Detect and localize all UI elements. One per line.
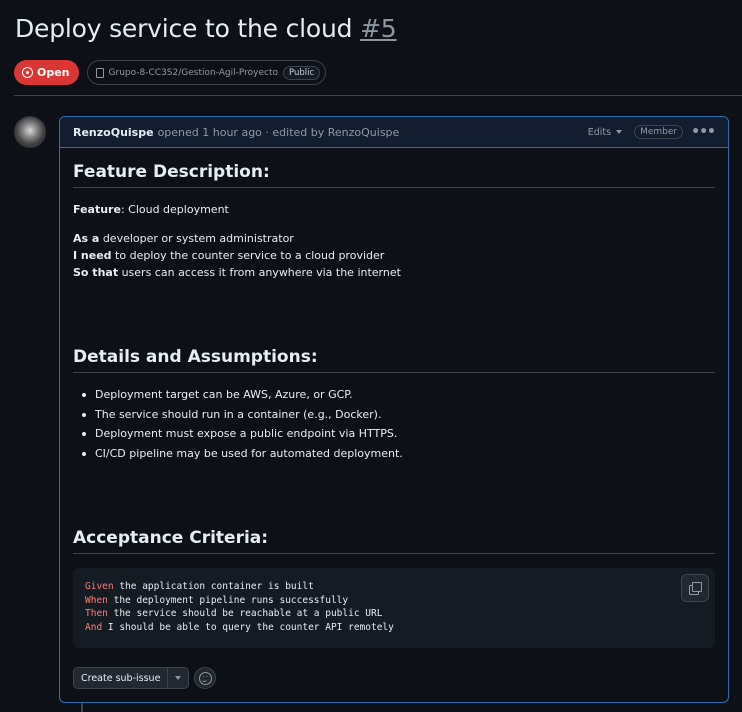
user-story-paragraph: As a developer or system administrator I… <box>73 230 401 281</box>
feature-paragraph: Feature: Cloud deployment <box>73 201 229 218</box>
issue-state-label: Open <box>37 66 70 79</box>
kebab-horizontal-icon[interactable]: ••• <box>691 125 716 139</box>
code-keyword: And <box>85 621 103 633</box>
code-keyword: When <box>85 594 108 606</box>
author-avatar[interactable] <box>14 116 46 148</box>
repository-link[interactable]: Grupo-8-CC3S2/Gestion-Agil-Proyecto Publ… <box>86 60 327 85</box>
i-need-label: I need <box>73 249 112 262</box>
code-text: I should be able to query the counter AP… <box>102 621 394 633</box>
edits-label: Edits <box>587 126 612 138</box>
code-line: And I should be able to query the counte… <box>85 621 703 635</box>
so-that-value: users can access it from anywhere via th… <box>118 266 401 279</box>
add-reaction-button[interactable] <box>194 667 217 689</box>
details-list: Deployment target can be AWS, Azure, or … <box>82 385 403 464</box>
header-divider <box>14 95 742 96</box>
code-line: Given the application container is built <box>85 580 703 594</box>
copy-icon <box>689 582 702 595</box>
chevron-down-icon <box>616 130 623 134</box>
code-text: the deployment pipeline runs successfull… <box>107 594 349 606</box>
list-item: The service should run in a container (e… <box>82 405 403 425</box>
list-item: Deployment target can be AWS, Azure, or … <box>82 385 403 405</box>
issue-meta-row: Open Grupo-8-CC3S2/Gestion-Agil-Proyecto… <box>14 60 327 85</box>
issue-state-badge: Open <box>14 60 79 85</box>
as-a-value: developer or system administrator <box>99 232 294 245</box>
comment-author-link[interactable]: RenzoQuispe <box>73 126 154 139</box>
member-role-badge: Member <box>634 125 684 139</box>
code-text: the service should be reachable at a pub… <box>107 608 383 620</box>
issue-title-text: Deploy service to the cloud <box>15 14 353 43</box>
comment-meta: opened 1 hour ago · edited by RenzoQuisp… <box>157 125 400 139</box>
comment-header: RenzoQuispe opened 1 hour ago · edited b… <box>60 117 728 148</box>
code-keyword: Then <box>85 608 108 620</box>
edits-dropdown[interactable]: Edits <box>587 126 623 138</box>
feature-label: Feature <box>73 203 121 216</box>
list-item: Deployment must expose a public endpoint… <box>82 424 403 444</box>
code-line: Then the service should be reachable at … <box>85 607 703 621</box>
issue-opened-icon <box>22 67 33 78</box>
timeline-connector <box>81 703 83 712</box>
repo-icon <box>95 67 104 78</box>
comment-actions: Create sub-issue <box>73 667 217 689</box>
code-text: the application container is built <box>113 581 314 592</box>
code-keyword: Given <box>85 581 114 592</box>
create-sub-issue-button[interactable]: Create sub-issue <box>74 668 169 688</box>
list-item: CI/CD pipeline may be used for automated… <box>82 444 403 464</box>
i-need-value: to deploy the counter service to a cloud… <box>111 249 385 262</box>
so-that-label: So that <box>73 266 119 279</box>
issue-body-comment: RenzoQuispe opened 1 hour ago · edited b… <box>59 116 729 703</box>
chevron-down-icon <box>175 676 182 680</box>
issue-title: Deploy service to the cloud #5 <box>15 14 397 43</box>
visibility-badge: Public <box>283 65 321 80</box>
issue-number-link[interactable]: #5 <box>360 14 397 43</box>
sub-issue-dropdown-button[interactable] <box>168 668 188 688</box>
create-sub-issue-split-button: Create sub-issue <box>73 667 190 689</box>
repository-name[interactable]: Grupo-8-CC3S2/Gestion-Agil-Proyecto <box>109 68 278 78</box>
as-a-label: As a <box>73 232 100 245</box>
details-heading: Details and Assumptions: <box>73 347 715 373</box>
smiley-icon <box>198 671 212 685</box>
acceptance-code-block: Given the application container is built… <box>73 568 715 648</box>
feature-description-heading: Feature Description: <box>73 162 715 188</box>
feature-value: : Cloud deployment <box>120 203 229 216</box>
copy-code-button[interactable] <box>681 574 709 602</box>
acceptance-criteria-heading: Acceptance Criteria: <box>73 528 715 554</box>
code-line: When the deployment pipeline runs succes… <box>85 594 703 608</box>
